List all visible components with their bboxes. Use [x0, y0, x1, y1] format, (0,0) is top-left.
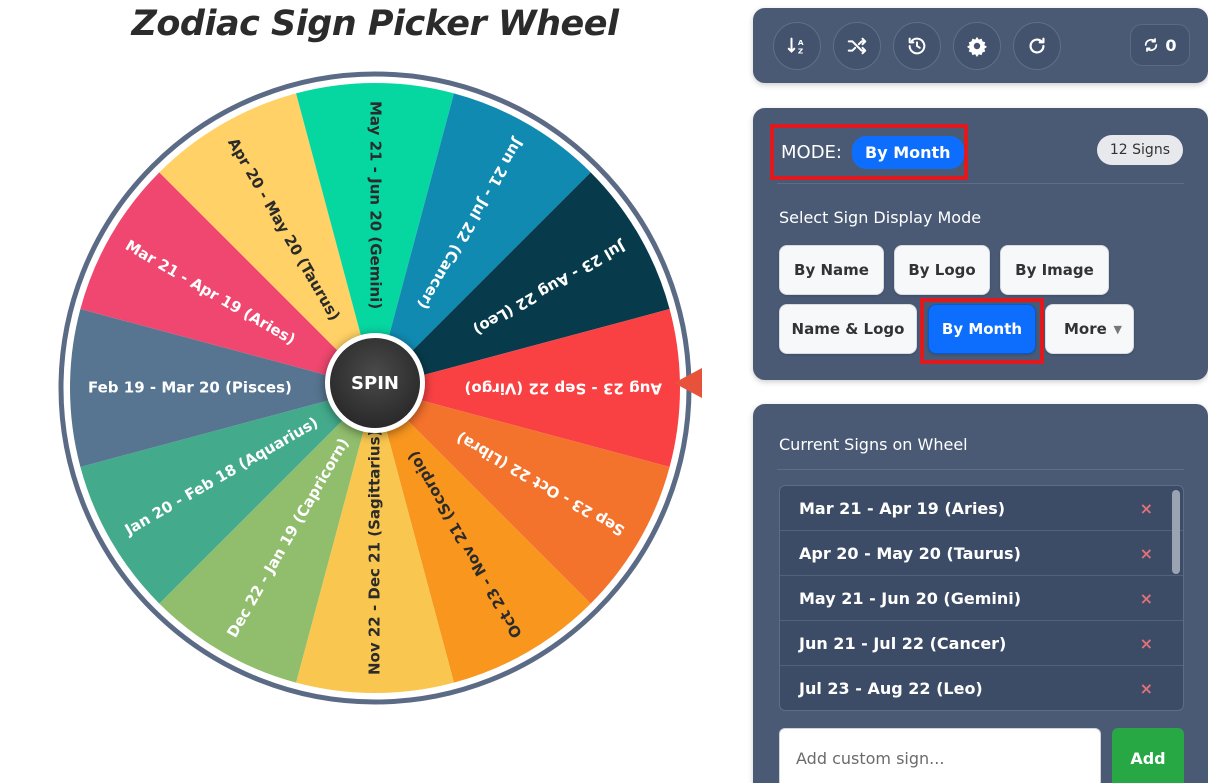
- svg-text:Z: Z: [798, 46, 803, 55]
- remove-icon[interactable]: ×: [1140, 679, 1153, 698]
- remove-icon[interactable]: ×: [1140, 589, 1153, 608]
- list-item-label: May 21 - Jun 20 (Gemini): [799, 588, 1022, 608]
- list-title: Current Signs on Wheel: [779, 435, 968, 454]
- scrollbar[interactable]: [1172, 490, 1180, 574]
- settings-button[interactable]: [953, 22, 1001, 70]
- spin-counter[interactable]: 0: [1130, 24, 1190, 66]
- mode-panel: MODE: By Month 12 Signs Select Sign Disp…: [753, 108, 1208, 380]
- chevron-down-icon: ▼: [1113, 322, 1122, 336]
- by-name-button[interactable]: By Name: [779, 245, 884, 295]
- list-item-label: Jun 21 - Jul 22 (Cancer): [799, 633, 1007, 653]
- remove-icon[interactable]: ×: [1140, 499, 1153, 518]
- spin-count-value: 0: [1165, 35, 1177, 55]
- sign-count-badge: 12 Signs: [1096, 135, 1183, 165]
- wheel[interactable]: Mar 21 - Apr 19 (Aries) Apr 20 - May 20 (…: [55, 68, 695, 708]
- shuffle-icon: [847, 37, 867, 55]
- wheel-pointer: [674, 368, 702, 398]
- signs-list-panel: Current Signs on Wheel Mar 21 - Apr 19 (…: [753, 404, 1208, 783]
- shuffle-button[interactable]: [833, 22, 881, 70]
- app-page: Zodiac Sign Picker Wheel Mar 21 - Apr 19…: [0, 0, 1208, 783]
- wheel-segment-label: May 21 - Jun 20 (Gemini): [367, 101, 385, 309]
- list-item-label: Jul 23 - Aug 22 (Leo): [799, 678, 983, 698]
- history-button[interactable]: [893, 22, 941, 70]
- custom-sign-input[interactable]: [779, 728, 1101, 783]
- list-item: Jul 23 - Aug 22 (Leo) ×: [780, 666, 1183, 710]
- mode-indicator: MODE: By Month: [770, 124, 968, 180]
- mode-label: MODE:: [781, 141, 842, 163]
- more-dropdown[interactable]: More ▼: [1045, 304, 1134, 354]
- wheel-segment-label: Aug 23 - Sep 22 (Virgo): [465, 380, 662, 398]
- signs-list[interactable]: Mar 21 - Apr 19 (Aries) × Apr 20 - May 2…: [779, 485, 1184, 711]
- toolbar-panel: A Z 0: [753, 8, 1208, 83]
- gear-icon: [966, 36, 988, 57]
- list-item-label: Apr 20 - May 20 (Taurus): [799, 543, 1021, 563]
- name-logo-button[interactable]: Name & Logo: [779, 304, 917, 354]
- list-item: Jun 21 - Jul 22 (Cancer) ×: [780, 621, 1183, 666]
- by-logo-button[interactable]: By Logo: [894, 245, 990, 295]
- by-month-button[interactable]: By Month: [928, 304, 1036, 354]
- spin-button[interactable]: SPIN: [325, 333, 425, 433]
- wheel-segment-label: Feb 19 - Mar 20 (Pisces): [88, 379, 292, 397]
- sort-button[interactable]: A Z: [773, 22, 821, 70]
- history-icon: [908, 37, 926, 55]
- divider: [777, 469, 1184, 470]
- list-item: Mar 21 - Apr 19 (Aries) ×: [780, 486, 1183, 531]
- by-image-button[interactable]: By Image: [1000, 245, 1109, 295]
- redo-icon: [1029, 37, 1045, 54]
- divider: [777, 183, 1184, 184]
- redo-button[interactable]: [1013, 22, 1061, 70]
- more-label: More: [1064, 320, 1107, 338]
- mode-value-badge: By Month: [852, 135, 964, 169]
- list-item: Apr 20 - May 20 (Taurus) ×: [780, 531, 1183, 576]
- list-item: May 21 - Jun 20 (Gemini) ×: [780, 576, 1183, 621]
- sort-icon: A Z: [787, 37, 804, 55]
- add-button[interactable]: Add: [1112, 728, 1184, 783]
- wheel-segment-label: Nov 22 - Dec 21 (Sagittarius): [366, 430, 384, 675]
- display-mode-title: Select Sign Display Mode: [779, 208, 982, 227]
- remove-icon[interactable]: ×: [1140, 544, 1153, 563]
- page-title: Zodiac Sign Picker Wheel: [131, 4, 620, 44]
- remove-icon[interactable]: ×: [1140, 634, 1153, 653]
- list-item-label: Mar 21 - Apr 19 (Aries): [799, 498, 1006, 518]
- sync-icon: [1145, 38, 1158, 52]
